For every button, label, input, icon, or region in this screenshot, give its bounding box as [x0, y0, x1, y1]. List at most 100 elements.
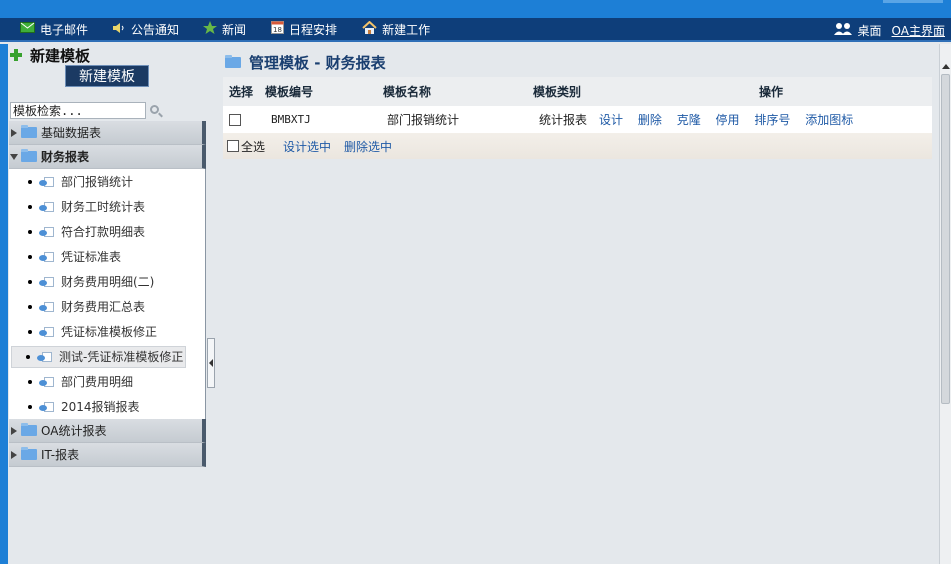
nav-item-schedule[interactable]: 18 日程安排 — [271, 17, 337, 41]
nav-label-news: 新闻 — [222, 22, 247, 37]
row-code: BMBXTJ — [271, 113, 311, 126]
list-item-label: 部门费用明细 — [61, 375, 134, 389]
svg-text:18: 18 — [273, 26, 282, 34]
window-title-bar — [0, 0, 951, 18]
header-type: 模板类别 — [533, 85, 582, 99]
home-icon — [362, 20, 377, 37]
list-item[interactable]: 凭证标准模板修正 — [9, 319, 205, 344]
category-finance-reports[interactable]: 财务报表 — [9, 145, 206, 169]
report-icon — [39, 176, 54, 187]
list-item[interactable]: 2014报销报表 — [9, 394, 205, 419]
report-icon — [39, 251, 54, 262]
template-search — [10, 102, 159, 120]
report-icon — [37, 351, 52, 362]
disable-link[interactable]: 停用 — [716, 113, 740, 127]
nav-item-new-work[interactable]: 新建工作 — [362, 17, 430, 41]
page-left-border — [0, 44, 8, 564]
clone-link[interactable]: 克隆 — [677, 113, 701, 127]
nav-item-desktop[interactable]: 桌面 — [833, 18, 882, 42]
new-template-button[interactable]: 新建模板 — [65, 65, 149, 87]
folder-icon — [21, 423, 37, 436]
select-all-label: 全选 — [241, 139, 266, 154]
list-item[interactable]: 财务费用汇总表 — [9, 294, 205, 319]
finance-report-list: 部门报销统计 财务工时统计表 符合打款明细表 凭证标准表 财务费用明细(二) 财… — [9, 169, 206, 419]
collapse-arrow-icon — [10, 153, 18, 160]
report-icon — [39, 201, 54, 212]
header-ops: 操作 — [759, 85, 784, 99]
vertical-scrollbar[interactable] — [939, 44, 951, 564]
list-item[interactable]: 财务工时统计表 — [9, 194, 205, 219]
list-item-label: 2014报销报表 — [61, 400, 140, 414]
category-oa-reports[interactable]: OA统计报表 — [9, 419, 206, 443]
calendar-icon: 18 — [271, 21, 285, 37]
report-icon — [39, 376, 54, 387]
row-name: 部门报销统计 — [387, 113, 460, 127]
plus-icon — [10, 49, 22, 61]
users-icon — [833, 22, 853, 38]
folder-icon — [21, 149, 37, 162]
design-link[interactable]: 设计 — [599, 113, 623, 127]
design-selected-link[interactable]: 设计选中 — [283, 138, 331, 155]
table-row: BMBXTJ 部门报销统计 统计报表 设计 删除 克隆 停用 排序号 添加图标 — [223, 106, 932, 133]
nav-item-news[interactable]: 新闻 — [203, 17, 246, 41]
list-item-label: 测试-凭证标准模板修正 — [59, 350, 184, 364]
header-select: 选择 — [229, 85, 254, 99]
report-icon — [39, 301, 54, 312]
list-item-label: 部门报销统计 — [61, 175, 134, 189]
star-icon — [203, 21, 218, 37]
nav-item-email[interactable]: 电子邮件 — [20, 17, 88, 41]
category-it-reports[interactable]: IT-报表 — [9, 443, 206, 467]
list-item-label: 财务费用汇总表 — [61, 300, 146, 314]
delete-link[interactable]: 删除 — [638, 113, 662, 127]
list-item[interactable]: 凭证标准表 — [9, 244, 205, 269]
category-label: IT-报表 — [41, 448, 80, 462]
row-ops: 设计 删除 克隆 停用 排序号 添加图标 — [591, 111, 932, 128]
sort-order-link[interactable]: 排序号 — [754, 113, 790, 127]
list-item[interactable]: 部门报销统计 — [9, 169, 205, 194]
report-icon — [39, 401, 54, 412]
add-icon-link[interactable]: 添加图标 — [805, 113, 853, 127]
nav-label-email: 电子邮件 — [40, 22, 89, 37]
list-item[interactable]: 符合打款明细表 — [9, 219, 205, 244]
nav-label-notice: 公告通知 — [131, 22, 180, 37]
list-item-label: 凭证标准模板修正 — [61, 325, 158, 339]
oa-home-link[interactable]: OA主界面 — [892, 22, 945, 39]
row-checkbox[interactable] — [229, 114, 241, 126]
category-label: OA统计报表 — [41, 424, 107, 438]
speaker-icon — [112, 22, 126, 37]
scroll-thumb[interactable] — [941, 74, 950, 404]
scroll-up-icon[interactable] — [942, 64, 950, 69]
table-header: 选择 模板编号 模板名称 模板类别 操作 — [223, 77, 932, 106]
category-label: 基础数据表 — [41, 126, 102, 140]
list-item[interactable]: 部门费用明细 — [9, 369, 205, 394]
report-icon — [39, 226, 54, 237]
list-item-label: 凭证标准表 — [61, 250, 122, 264]
list-item-label: 财务工时统计表 — [61, 200, 146, 214]
report-icon — [39, 326, 54, 337]
mail-icon — [20, 22, 35, 36]
nav-label-desktop: 桌面 — [857, 23, 882, 38]
list-item-selected[interactable]: 测试-凭证标准模板修正 — [9, 344, 205, 369]
nav-label-schedule: 日程安排 — [289, 22, 338, 37]
collapse-panel-handle[interactable] — [207, 338, 215, 388]
expand-arrow-icon — [11, 128, 17, 137]
nav-item-notice[interactable]: 公告通知 — [112, 17, 179, 41]
category-label: 财务报表 — [41, 150, 90, 164]
category-basic-data[interactable]: 基础数据表 — [9, 121, 206, 145]
search-icon[interactable] — [150, 105, 159, 114]
delete-selected-link[interactable]: 删除选中 — [344, 138, 392, 155]
list-item-label: 财务费用明细(二) — [61, 275, 155, 289]
select-all-checkbox[interactable] — [227, 140, 239, 152]
template-tree: 基础数据表 财务报表 部门报销统计 财务工时统计表 符合打款明细表 凭证标准表 … — [9, 121, 206, 467]
expand-arrow-icon — [11, 426, 17, 435]
template-search-input[interactable] — [10, 102, 146, 119]
table-footer: 全选 设计选中 删除选中 — [223, 133, 932, 159]
left-panel-title-text: 新建模板 — [30, 46, 91, 65]
expand-arrow-icon — [11, 450, 17, 459]
list-item-label: 符合打款明细表 — [61, 225, 146, 239]
main-content: 管理模板 - 财务报表 选择 模板编号 模板名称 模板类别 操作 BMBXTJ … — [215, 44, 939, 564]
left-panel-title: 新建模板 — [10, 46, 91, 65]
page-title: 管理模板 - 财务报表 — [225, 52, 386, 72]
list-item[interactable]: 财务费用明细(二) — [9, 269, 205, 294]
folder-icon — [21, 125, 37, 138]
